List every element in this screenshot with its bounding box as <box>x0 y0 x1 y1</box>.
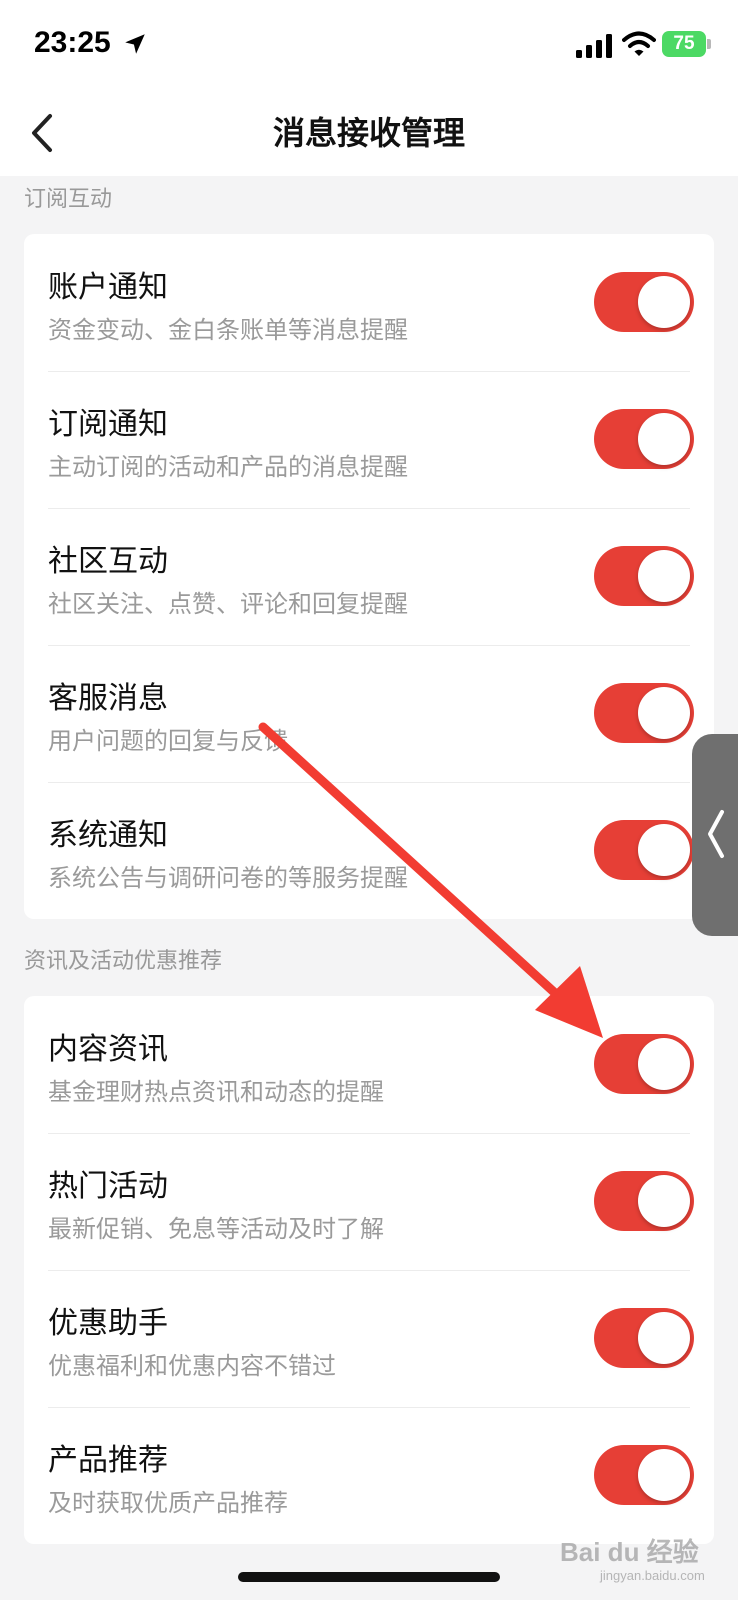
toggle-knob <box>638 1175 690 1227</box>
setting-row-content-news: 内容资讯 基金理财热点资讯和动态的提醒 <box>24 996 714 1133</box>
setting-subtitle: 及时获取优质产品推荐 <box>48 1489 288 1517</box>
community-toggle[interactable] <box>594 546 694 606</box>
setting-subtitle: 优惠福利和优惠内容不错过 <box>48 1352 336 1380</box>
setting-title: 社区互动 <box>48 544 168 579</box>
settings-card-subscription: 账户通知 资金变动、金白条账单等消息提醒 订阅通知 主动订阅的活动和产品的消息提… <box>24 234 714 919</box>
battery-charging-icon: 75 <box>662 31 706 57</box>
setting-title: 账户通知 <box>48 270 168 305</box>
setting-subtitle: 系统公告与调研问卷的等服务提醒 <box>48 864 408 892</box>
side-drawer-handle[interactable] <box>692 734 738 936</box>
page-title: 消息接收管理 <box>272 114 465 152</box>
setting-row-hot-activity: 热门活动 最新促销、免息等活动及时了解 <box>24 1133 714 1270</box>
setting-subtitle: 资金变动、金白条账单等消息提醒 <box>48 316 408 344</box>
toggle-knob <box>638 1038 690 1090</box>
setting-subtitle: 基金理财热点资讯和动态的提醒 <box>48 1078 384 1106</box>
setting-title: 优惠助手 <box>48 1306 168 1341</box>
watermark-url: jingyan.baidu.com <box>600 1568 705 1583</box>
account-notice-toggle[interactable] <box>594 272 694 332</box>
toggle-knob <box>638 1312 690 1364</box>
setting-row-discount-assistant: 优惠助手 优惠福利和优惠内容不错过 <box>24 1270 714 1407</box>
setting-title: 热门活动 <box>48 1169 168 1204</box>
setting-subtitle: 主动订阅的活动和产品的消息提醒 <box>48 453 408 481</box>
setting-row-account-notice: 账户通知 资金变动、金白条账单等消息提醒 <box>24 234 714 371</box>
toggle-knob <box>638 276 690 328</box>
setting-row-community: 社区互动 社区关注、点赞、评论和回复提醒 <box>24 508 714 645</box>
signal-icon <box>576 34 612 58</box>
content-news-toggle[interactable] <box>594 1034 694 1094</box>
setting-row-system-notice: 系统通知 系统公告与调研问卷的等服务提醒 <box>24 782 714 919</box>
setting-subtitle: 社区关注、点赞、评论和回复提醒 <box>48 590 408 618</box>
setting-row-customer-service: 客服消息 用户问题的回复与反馈 <box>24 645 714 782</box>
toggle-knob <box>638 1449 690 1501</box>
chevron-left-icon <box>708 810 724 858</box>
location-arrow-icon <box>125 34 145 54</box>
setting-subtitle: 最新促销、免息等活动及时了解 <box>48 1215 384 1243</box>
nav-bar: 消息接收管理 <box>0 90 738 176</box>
section-label-recommend: 资讯及活动优惠推荐 <box>24 949 223 974</box>
setting-title: 产品推荐 <box>48 1443 168 1478</box>
subscribe-notice-toggle[interactable] <box>594 409 694 469</box>
system-notice-toggle[interactable] <box>594 820 694 880</box>
discount-assistant-toggle[interactable] <box>594 1308 694 1368</box>
section-label-subscription: 订阅互动 <box>24 187 113 212</box>
product-recommend-toggle[interactable] <box>594 1445 694 1505</box>
watermark-brand: Bai du 经验 <box>560 1537 699 1567</box>
toggle-knob <box>638 550 690 602</box>
setting-title: 系统通知 <box>48 818 168 853</box>
setting-title: 客服消息 <box>48 681 168 716</box>
toggle-knob <box>638 687 690 739</box>
battery-cap <box>707 39 711 49</box>
wifi-icon <box>622 31 656 56</box>
setting-title: 内容资讯 <box>48 1032 168 1067</box>
setting-subtitle: 用户问题的回复与反馈 <box>48 727 288 755</box>
home-indicator[interactable] <box>238 1572 500 1582</box>
battery-level: 75 <box>673 33 695 54</box>
setting-row-product-recommend: 产品推荐 及时获取优质产品推荐 <box>24 1407 714 1544</box>
toggle-knob <box>638 824 690 876</box>
setting-row-subscribe-notice: 订阅通知 主动订阅的活动和产品的消息提醒 <box>24 371 714 508</box>
customer-service-toggle[interactable] <box>594 683 694 743</box>
status-time: 23:25 <box>34 26 111 59</box>
toggle-knob <box>638 413 690 465</box>
settings-card-recommend: 内容资讯 基金理财热点资讯和动态的提醒 热门活动 最新促销、免息等活动及时了解 … <box>24 996 714 1544</box>
setting-title: 订阅通知 <box>48 407 168 442</box>
status-bar: 23:25 75 <box>0 0 738 90</box>
hot-activity-toggle[interactable] <box>594 1171 694 1231</box>
